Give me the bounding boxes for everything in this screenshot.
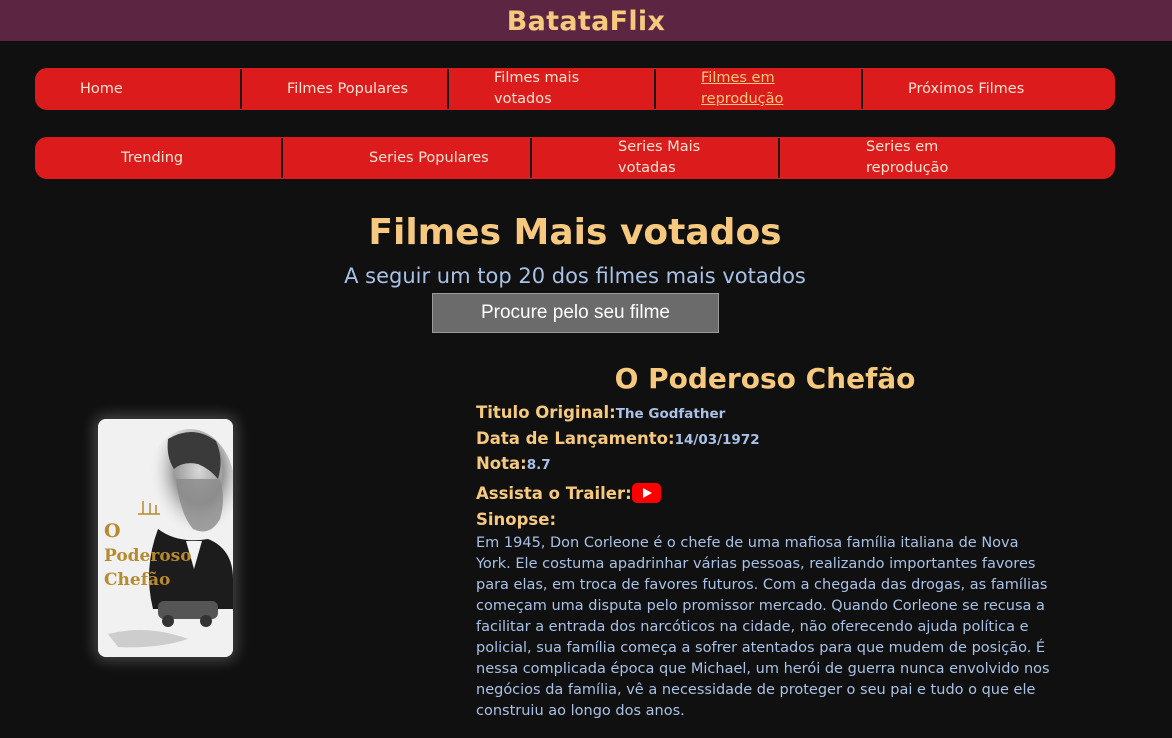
original-title-row: Titulo Original: The Godfather xyxy=(476,403,725,422)
svg-text:O: O xyxy=(104,520,121,542)
nav-label: Series Populares xyxy=(369,149,489,166)
secondary-nav: Trending Series Populares Series Mais vo… xyxy=(35,137,1115,179)
movie-poster[interactable]: O Poderoso Chefão xyxy=(98,419,233,657)
nav-label: Trending xyxy=(121,149,184,166)
nav-filmes-mais-votados[interactable]: Filmes mais votados xyxy=(449,69,656,109)
original-title-value: The Godfather xyxy=(615,406,726,422)
poster-art: O Poderoso Chefão xyxy=(98,419,233,657)
release-date-label: Data de Lançamento: xyxy=(476,429,675,448)
nav-series-populares[interactable]: Series Populares xyxy=(283,138,532,178)
rating-value: 8.7 xyxy=(526,457,551,473)
release-date-row: Data de Lançamento: 14/03/1972 xyxy=(476,429,760,448)
nav-filmes-em-reproducao[interactable]: Filmes em reprodução xyxy=(656,69,863,109)
page-subtitle: A seguir um top 20 dos filmes mais votad… xyxy=(344,264,806,288)
nav-label: Series Mais votadas xyxy=(618,139,701,176)
trailer-row: Assista o Trailer: xyxy=(476,479,661,503)
synopsis-text: Em 1945, Don Corleone é o chefe de uma m… xyxy=(476,535,1050,719)
nav-label: Home xyxy=(80,80,123,97)
rating-row: Nota: 8.7 xyxy=(476,454,551,473)
nav-series-em-reproducao[interactable]: Series em reprodução xyxy=(780,138,1080,178)
rating-label: Nota: xyxy=(476,454,527,473)
nav-trending[interactable]: Trending xyxy=(35,138,283,178)
nav-label: Próximos Filmes xyxy=(908,80,1025,97)
nav-label: Filmes em reprodução xyxy=(701,70,784,107)
svg-text:Chefão: Chefão xyxy=(104,570,170,590)
nav-label: Filmes mais votados xyxy=(494,70,580,107)
nav-filmes-populares[interactable]: Filmes Populares xyxy=(242,69,449,109)
primary-nav: Home Filmes Populares Filmes mais votado… xyxy=(35,68,1115,110)
synopsis-label: Sinopse: xyxy=(476,510,557,529)
release-date-value: 14/03/1972 xyxy=(674,432,760,448)
nav-home[interactable]: Home xyxy=(35,69,242,109)
original-title-label: Titulo Original: xyxy=(476,403,616,422)
movie-title: O Poderoso Chefão xyxy=(614,362,916,395)
site-logo[interactable]: BatataFlix xyxy=(507,6,665,37)
nav-proximos-filmes[interactable]: Próximos Filmes xyxy=(863,69,1113,109)
top-bar: BatataFlix xyxy=(0,0,1172,41)
nav-series-mais-votadas[interactable]: Series Mais votadas xyxy=(532,138,780,178)
youtube-icon[interactable] xyxy=(631,483,661,503)
nav-label: Series em reprodução xyxy=(866,139,949,176)
nav-label: Filmes Populares xyxy=(287,80,409,97)
svg-text:Poderoso: Poderoso xyxy=(104,546,192,566)
search-movie-button[interactable]: Procure pelo seu filme xyxy=(432,293,719,333)
page-title: Filmes Mais votados xyxy=(368,212,782,253)
trailer-label: Assista o Trailer: xyxy=(476,484,632,503)
